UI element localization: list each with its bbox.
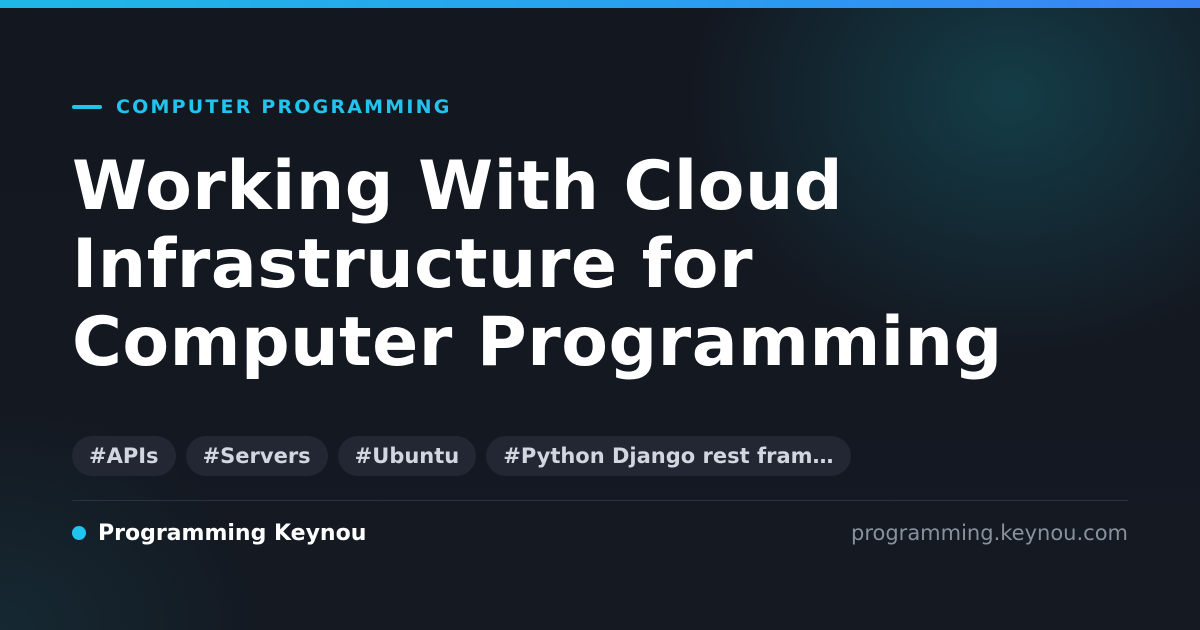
accent-line-icon (72, 105, 102, 109)
category-label: COMPUTER PROGRAMMING (116, 96, 452, 118)
tag-list: #APIs #Servers #Ubuntu #Python Django re… (72, 436, 851, 476)
title-line: Infrastructure for (72, 225, 754, 304)
dot-icon (72, 526, 86, 540)
tag-ubuntu: #Ubuntu (337, 436, 477, 476)
footer-divider (72, 500, 1128, 501)
title-line: Computer Programming (72, 303, 1003, 382)
brand: Programming Keynou (72, 518, 366, 548)
top-accent-bar (0, 0, 1200, 8)
category-eyebrow: COMPUTER PROGRAMMING (72, 95, 452, 119)
brand-name: Programming Keynou (98, 520, 367, 546)
site-domain: programming.keynou.com (851, 521, 1128, 545)
title-line: Working With Cloud (72, 147, 844, 226)
tag-servers: #Servers (185, 436, 328, 476)
tag-python-django: #Python Django rest fram… (486, 436, 851, 476)
page-title: Working With Cloud Infrastructure for Co… (72, 148, 1132, 382)
tag-apis: #APIs (72, 436, 176, 476)
